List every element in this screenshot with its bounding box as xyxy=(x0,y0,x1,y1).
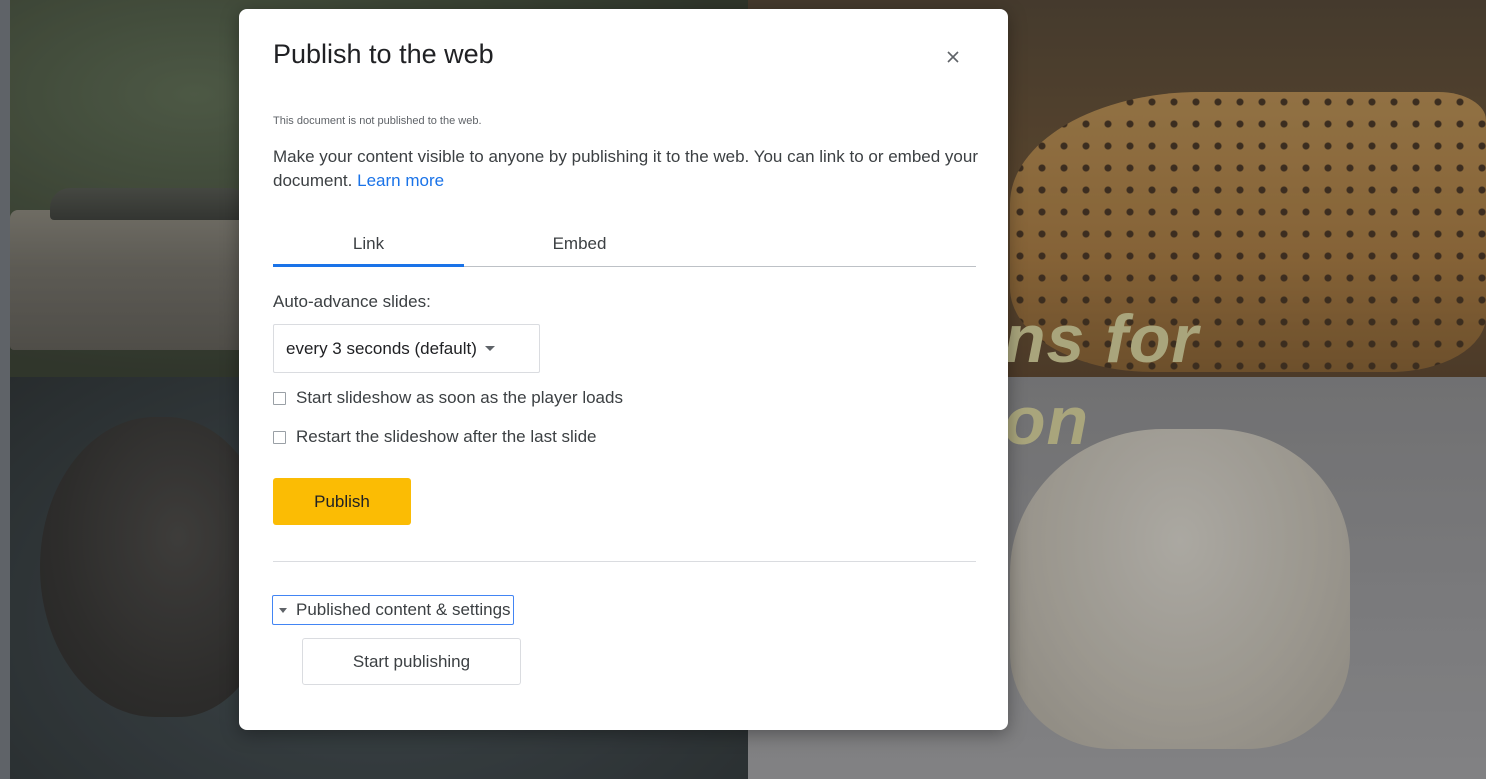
auto-advance-value: every 3 seconds (default) xyxy=(286,338,477,358)
tab-embed[interactable]: Embed xyxy=(484,231,675,266)
learn-more-link[interactable]: Learn more xyxy=(357,171,444,190)
close-icon xyxy=(947,51,959,63)
auto-advance-select[interactable]: every 3 seconds (default) xyxy=(273,324,540,373)
start-on-load-checkbox-row[interactable]: Start slideshow as soon as the player lo… xyxy=(273,388,623,408)
restart-slideshow-checkbox-row[interactable]: Restart the slideshow after the last sli… xyxy=(273,427,596,447)
slide-title-text: ns for on xyxy=(1004,301,1199,459)
close-button[interactable] xyxy=(939,43,967,71)
tab-bar: Link Embed xyxy=(273,231,976,267)
restart-slideshow-checkbox[interactable] xyxy=(273,430,286,444)
published-settings-toggle[interactable]: Published content & settings xyxy=(272,595,514,625)
tab-link[interactable]: Link xyxy=(273,231,464,267)
dialog-description: Make your content visible to anyone by p… xyxy=(273,145,979,193)
tab-embed-label: Embed xyxy=(552,234,607,253)
start-on-load-label: Start slideshow as soon as the player lo… xyxy=(296,388,623,407)
tab-selected-indicator xyxy=(273,264,464,267)
dialog-title: Publish to the web xyxy=(273,39,494,69)
publish-status-note: This document is not published to the we… xyxy=(273,115,482,127)
presentation-page: ns for on Publish to the web This docume… xyxy=(0,0,1486,779)
publish-dialog: Publish to the web This document is not … xyxy=(239,9,1008,730)
chevron-down-icon xyxy=(484,346,495,351)
publish-button[interactable]: Publish xyxy=(273,478,411,525)
tab-link-label: Link xyxy=(352,234,385,253)
start-on-load-checkbox[interactable] xyxy=(273,391,286,405)
published-settings-label: Published content & settings xyxy=(296,600,511,619)
start-publishing-button[interactable]: Start publishing xyxy=(302,638,521,685)
auto-advance-label: Auto-advance slides: xyxy=(273,292,431,311)
triangle-down-icon xyxy=(279,607,287,613)
section-divider xyxy=(273,561,976,562)
restart-slideshow-label: Restart the slideshow after the last sli… xyxy=(296,427,597,446)
